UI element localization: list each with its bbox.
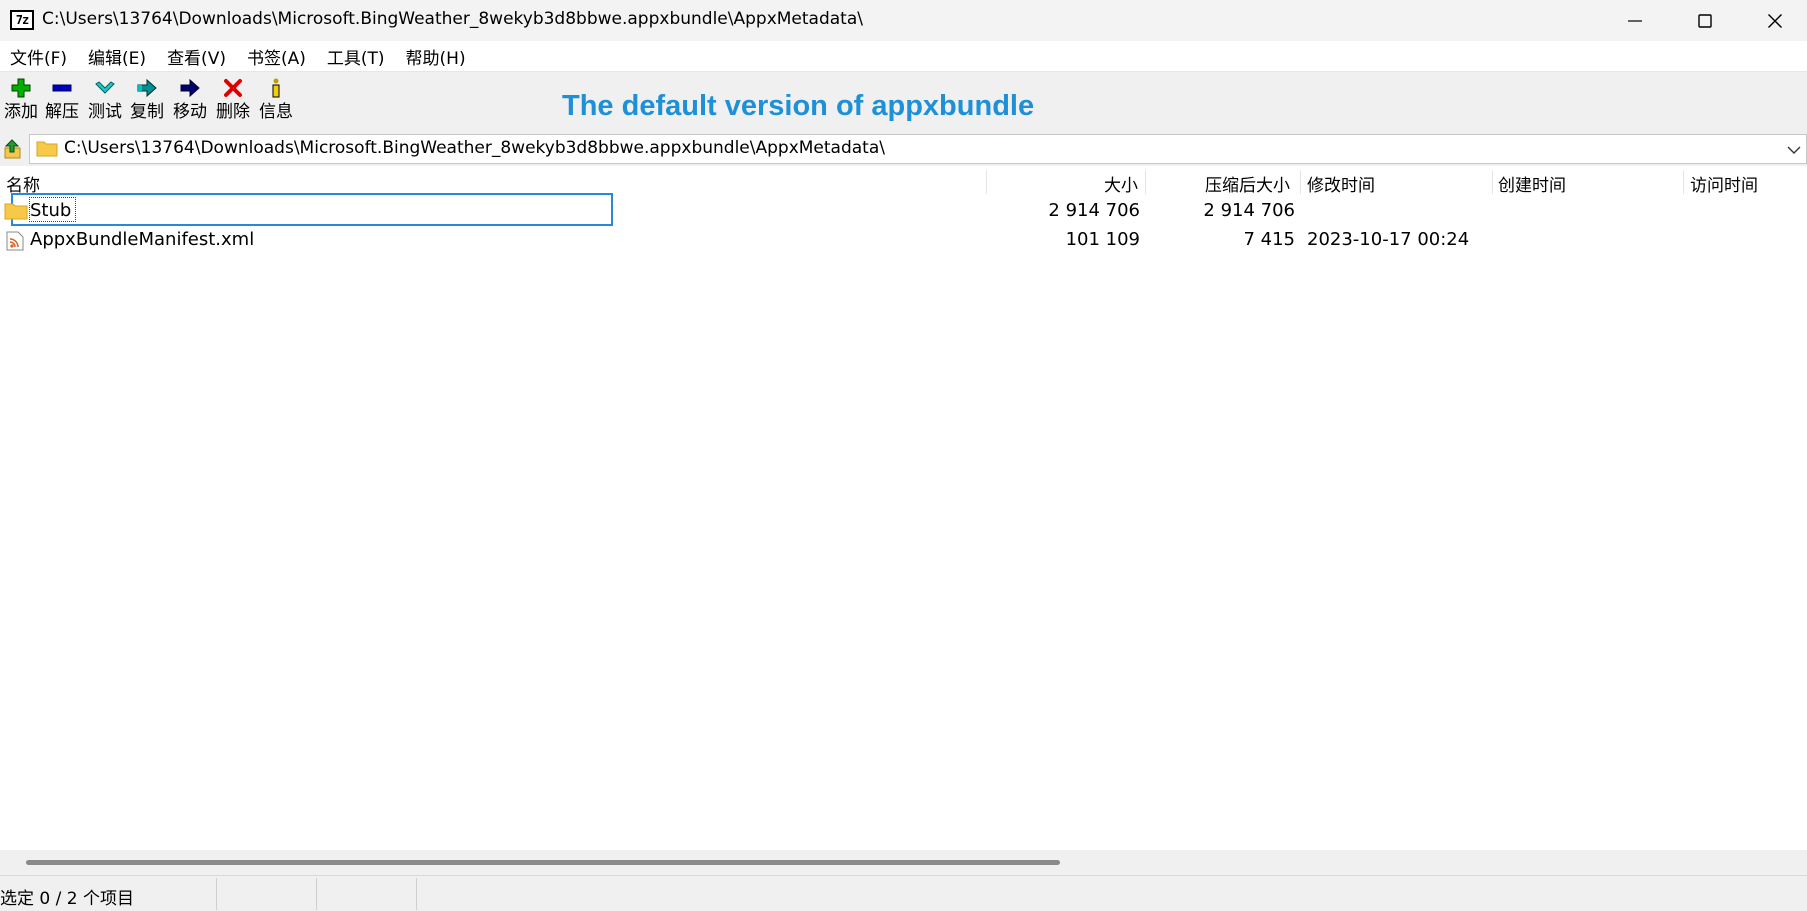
column-accessed[interactable]: 访问时间 xyxy=(1690,171,1758,196)
add-label: 添加 xyxy=(4,102,38,122)
delete-button[interactable]: 删除 xyxy=(212,76,254,130)
file-list[interactable]: 名称 大小 压缩后大小 修改时间 创建时间 访问时间 Stub 2 914 70… xyxy=(0,166,1807,850)
chevron-down-icon[interactable] xyxy=(1786,143,1802,157)
menu-tools[interactable]: 工具(T) xyxy=(317,44,396,69)
add-button[interactable]: 添加 xyxy=(0,76,42,130)
table-row[interactable]: Stub 2 914 706 2 914 706 xyxy=(0,197,1807,225)
window-title: C:\Users\13764\Downloads\Microsoft.BingW… xyxy=(42,9,863,29)
menu-edit[interactable]: 编辑(E) xyxy=(78,44,157,69)
menu-help[interactable]: 帮助(H) xyxy=(396,44,477,69)
extract-label: 解压 xyxy=(45,102,79,122)
move-button[interactable]: 移动 xyxy=(169,76,211,130)
info-button[interactable]: 信息 xyxy=(255,76,297,130)
up-folder-icon[interactable] xyxy=(2,138,24,160)
maximize-button[interactable] xyxy=(1670,0,1740,41)
column-size[interactable]: 大小 xyxy=(1104,171,1138,196)
file-packed-size: 7 415 xyxy=(1243,229,1295,250)
copy-label: 复制 xyxy=(130,102,164,122)
test-button[interactable]: 测试 xyxy=(84,76,126,130)
column-created[interactable]: 创建时间 xyxy=(1498,171,1566,196)
menu-view[interactable]: 查看(V) xyxy=(157,44,237,69)
column-header: 名称 大小 压缩后大小 修改时间 创建时间 访问时间 xyxy=(0,166,1807,196)
extract-button[interactable]: 解压 xyxy=(41,76,83,130)
scrollbar-thumb[interactable] xyxy=(26,860,1060,865)
column-modified[interactable]: 修改时间 xyxy=(1307,171,1375,196)
status-selection: 选定 0 / 2 个项目 xyxy=(0,889,134,909)
minimize-button[interactable] xyxy=(1600,0,1670,41)
menu-bar: 文件(F) 编辑(E) 查看(V) 书签(A) 工具(T) 帮助(H) xyxy=(0,41,1807,72)
folder-icon xyxy=(4,203,28,220)
file-packed-size: 2 914 706 xyxy=(1203,200,1295,221)
file-size: 2 914 706 xyxy=(1048,200,1140,221)
menu-file[interactable]: 文件(F) xyxy=(0,44,78,69)
title-bar: 7z C:\Users\13764\Downloads\Microsoft.Bi… xyxy=(0,0,1807,41)
info-label: 信息 xyxy=(259,102,293,122)
move-label: 移动 xyxy=(173,102,207,122)
annotation-banner: The default version of appxbundle xyxy=(562,90,1035,122)
table-row[interactable]: AppxBundleManifest.xml 101 109 7 415 202… xyxy=(0,226,1807,254)
folder-icon xyxy=(36,141,58,157)
test-label: 测试 xyxy=(88,102,122,122)
horizontal-scrollbar[interactable] xyxy=(0,850,1807,875)
copy-icon xyxy=(137,78,157,98)
close-button[interactable] xyxy=(1740,0,1807,41)
minimize-icon xyxy=(1628,19,1642,22)
extract-icon xyxy=(52,84,72,92)
test-icon xyxy=(95,81,115,94)
maximize-icon xyxy=(1698,13,1712,28)
address-path: C:\Users\13764\Downloads\Microsoft.BingW… xyxy=(64,138,885,158)
move-icon xyxy=(180,78,200,98)
menu-bookmarks[interactable]: 书签(A) xyxy=(237,44,317,69)
info-icon xyxy=(272,78,280,98)
xml-file-icon xyxy=(6,231,24,251)
file-modified: 2023-10-17 00:24 xyxy=(1307,229,1470,250)
app-icon: 7z xyxy=(10,10,34,30)
delete-icon xyxy=(224,79,242,97)
close-icon xyxy=(1768,13,1782,28)
status-bar: 选定 0 / 2 个项目 xyxy=(0,875,1807,911)
file-size: 101 109 xyxy=(1065,229,1140,250)
file-name: Stub xyxy=(30,200,72,221)
address-bar: C:\Users\13764\Downloads\Microsoft.BingW… xyxy=(0,132,1807,166)
address-field[interactable]: C:\Users\13764\Downloads\Microsoft.BingW… xyxy=(29,134,1807,164)
delete-label: 删除 xyxy=(216,102,250,122)
column-packed-size[interactable]: 压缩后大小 xyxy=(1205,171,1290,196)
copy-button[interactable]: 复制 xyxy=(126,76,168,130)
file-name: AppxBundleManifest.xml xyxy=(30,229,255,250)
add-icon xyxy=(11,78,31,98)
